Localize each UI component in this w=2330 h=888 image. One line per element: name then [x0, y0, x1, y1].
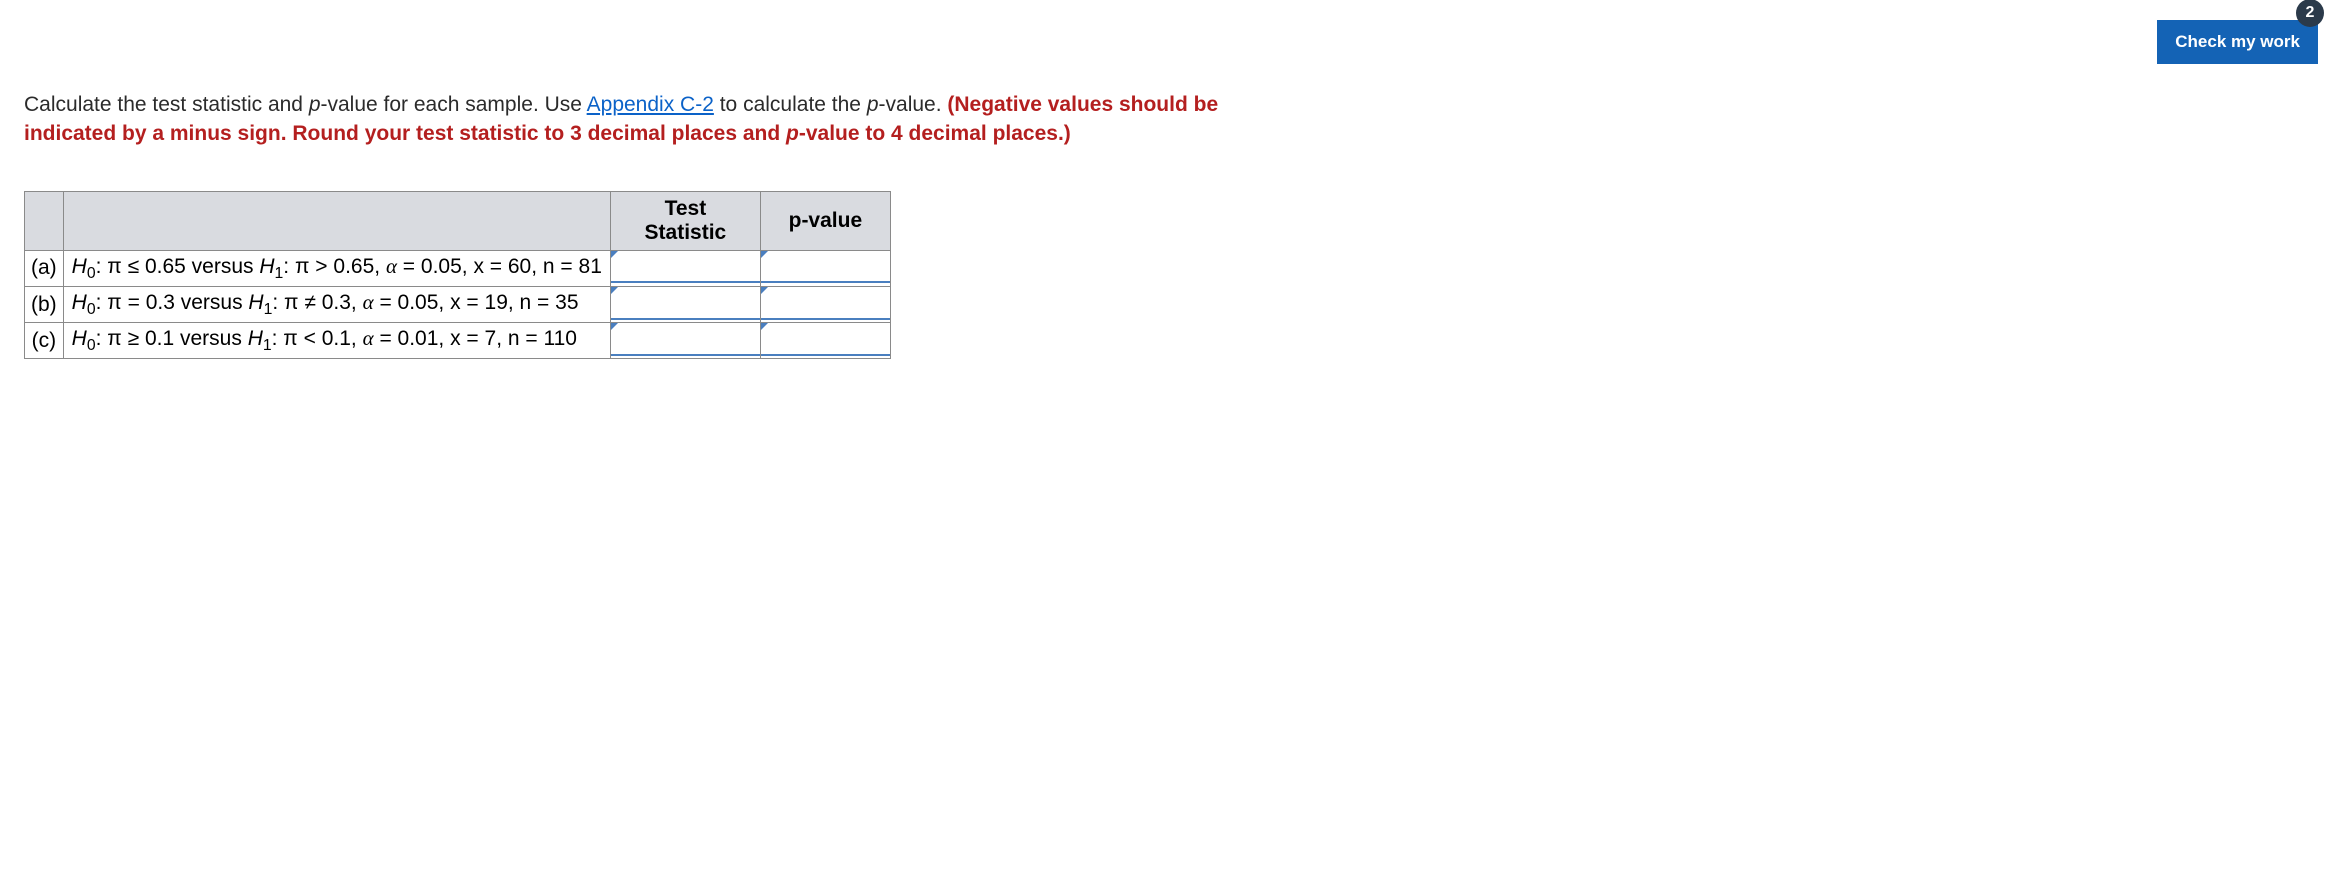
- pval-input-c[interactable]: [761, 326, 890, 356]
- table-row: (a) H0: π ≤ 0.65 versus H1: π > 0.65, α …: [25, 250, 891, 286]
- row-label-a: (a): [25, 250, 64, 286]
- table-row: (b) H0: π = 0.3 versus H1: π ≠ 0.3, α = …: [25, 286, 891, 322]
- header-test-statistic: Test Statistic: [610, 191, 760, 250]
- question-instructions: Calculate the test statistic and p-value…: [24, 90, 1224, 149]
- pval-input-a[interactable]: [761, 253, 890, 283]
- badge-number: 2: [2306, 4, 2315, 22]
- answer-table: Test Statistic p-value (a) H0: π ≤ 0.65 …: [24, 191, 891, 360]
- stat-input-a[interactable]: [611, 253, 760, 283]
- check-work-label: Check my work: [2175, 32, 2300, 51]
- row-desc-a: H0: π ≤ 0.65 versus H1: π > 0.65, α = 0.…: [63, 250, 610, 286]
- check-my-work-button[interactable]: Check my work: [2157, 20, 2318, 64]
- appendix-link[interactable]: Appendix C-2: [587, 93, 714, 116]
- header-p-value: p-value: [760, 191, 890, 250]
- stat-input-b[interactable]: [611, 290, 760, 320]
- attempt-badge: 2: [2296, 0, 2324, 27]
- header-blank-2: [63, 191, 610, 250]
- header-blank-1: [25, 191, 64, 250]
- row-desc-b: H0: π = 0.3 versus H1: π ≠ 0.3, α = 0.05…: [63, 286, 610, 322]
- pval-input-b[interactable]: [761, 290, 890, 320]
- row-label-b: (b): [25, 286, 64, 322]
- row-desc-c: H0: π ≥ 0.1 versus H1: π < 0.1, α = 0.01…: [63, 323, 610, 359]
- row-label-c: (c): [25, 323, 64, 359]
- table-row: (c) H0: π ≥ 0.1 versus H1: π < 0.1, α = …: [25, 323, 891, 359]
- stat-input-c[interactable]: [611, 326, 760, 356]
